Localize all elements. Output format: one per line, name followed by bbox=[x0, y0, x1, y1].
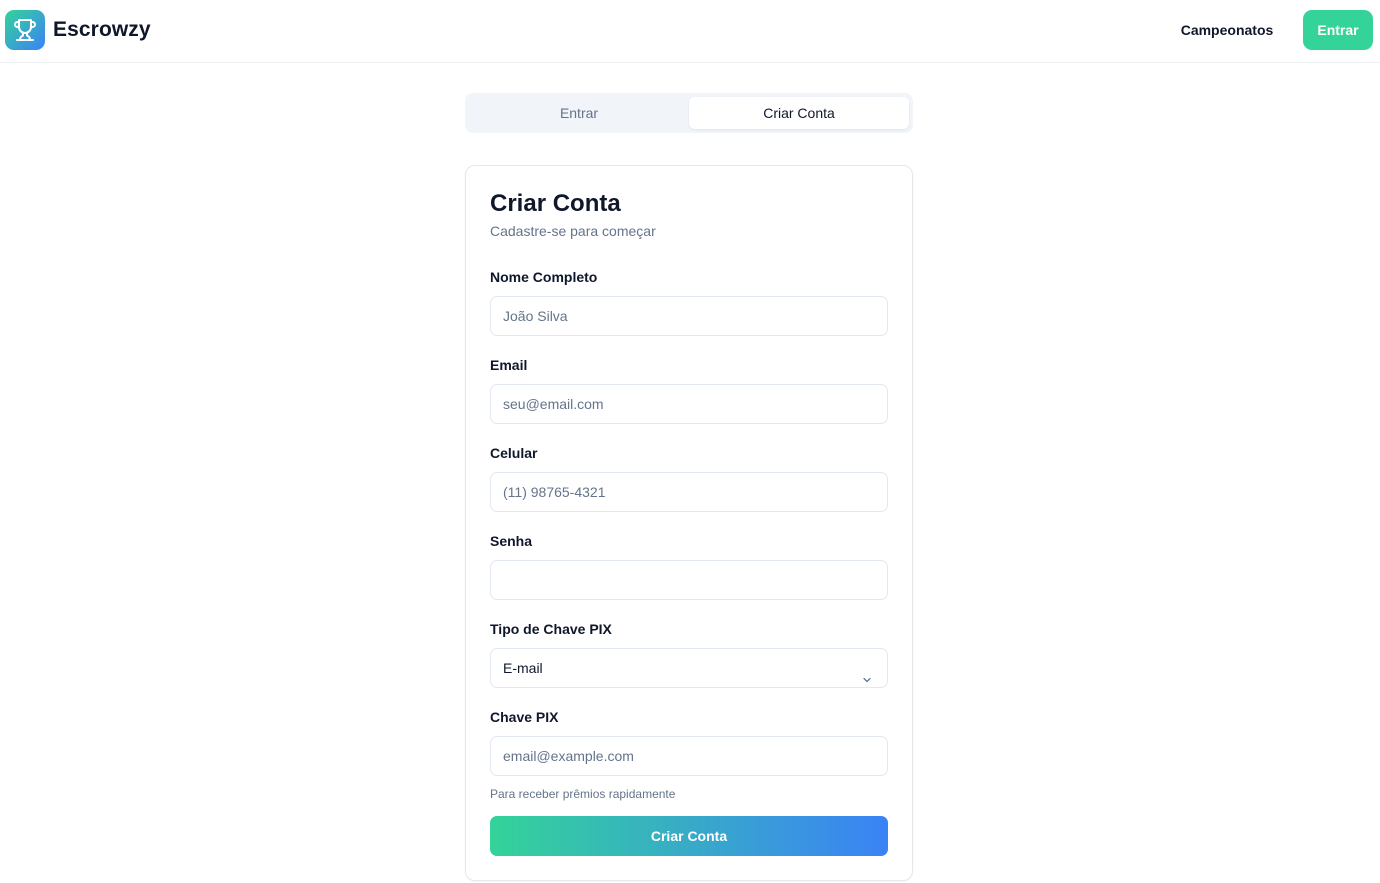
tab-criar-conta[interactable]: Criar Conta bbox=[689, 97, 909, 129]
top-navbar: Escrowzy Campeonatos Entrar bbox=[0, 0, 1380, 63]
name-label: Nome Completo bbox=[490, 269, 598, 285]
auth-tabs: Entrar Criar Conta bbox=[465, 93, 913, 133]
brand[interactable]: Escrowzy bbox=[5, 10, 151, 50]
nav-link-campeonatos[interactable]: Campeonatos bbox=[1168, 18, 1286, 42]
email-input[interactable] bbox=[490, 384, 888, 424]
card-subtitle: Cadastre-se para começar bbox=[490, 223, 656, 239]
pix-type-selected-value: E-mail bbox=[503, 660, 543, 676]
email-label: Email bbox=[490, 357, 528, 373]
pix-key-input[interactable] bbox=[490, 736, 888, 776]
phone-label: Celular bbox=[490, 445, 538, 461]
pix-key-label: Chave PIX bbox=[490, 709, 559, 725]
pix-key-hint: Para receber prêmios rapidamente bbox=[490, 787, 676, 801]
brand-name: Escrowzy bbox=[53, 18, 151, 41]
card-title: Criar Conta bbox=[490, 190, 621, 217]
chevron-down-icon bbox=[861, 662, 873, 700]
tab-entrar[interactable]: Entrar bbox=[469, 97, 689, 129]
trophy-icon bbox=[5, 10, 45, 50]
create-account-button[interactable]: Criar Conta bbox=[490, 816, 888, 856]
password-label: Senha bbox=[490, 533, 533, 549]
signup-card: Criar Conta Cadastre-se para começar Nom… bbox=[465, 165, 913, 881]
phone-input[interactable] bbox=[490, 472, 888, 512]
name-input[interactable] bbox=[490, 296, 888, 336]
pix-type-select[interactable]: E-mail bbox=[490, 648, 888, 688]
pix-type-label: Tipo de Chave PIX bbox=[490, 621, 612, 637]
password-input[interactable] bbox=[490, 560, 888, 600]
login-button[interactable]: Entrar bbox=[1303, 10, 1373, 50]
